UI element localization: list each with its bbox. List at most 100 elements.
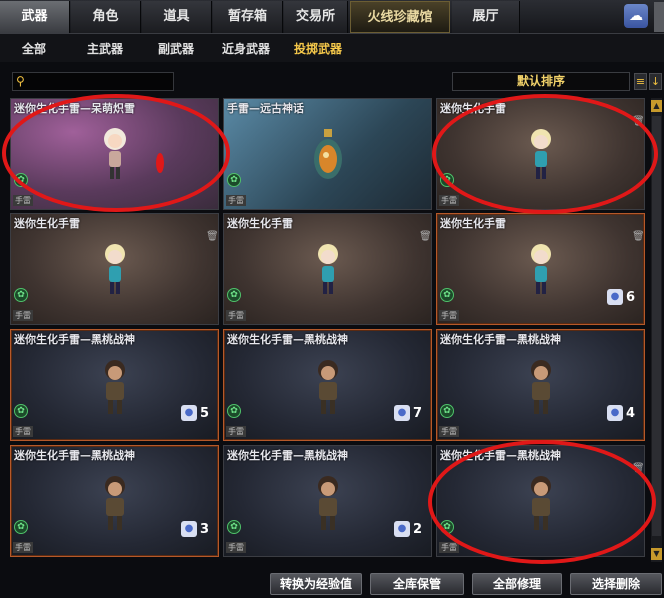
tab-exchange[interactable]: 交易所 — [284, 1, 348, 33]
item-tag: 手雷 — [226, 426, 246, 437]
item-count-value: 3 — [199, 521, 209, 537]
item-tag: 手雷 — [13, 310, 33, 321]
item-card[interactable]: 迷你生化手雷—黑桃战神 ● 2 ✿ 手雷 — [223, 445, 432, 557]
grenade-type-icon: ✿ — [440, 404, 454, 418]
convert-to-exp-button[interactable]: 转换为经验值 — [270, 573, 362, 595]
trash-icon[interactable]: 🗑 — [419, 231, 431, 242]
item-title: 手雷—远古神话 — [227, 102, 304, 115]
item-tag: 手雷 — [439, 542, 459, 553]
item-card[interactable]: 迷你生化手雷—黑桃战神 ● 5 ✿ 手雷 — [10, 329, 219, 441]
grenade-type-icon: ✿ — [227, 520, 241, 534]
chibi-figure-icon — [530, 244, 551, 294]
item-count: ● 2 — [393, 520, 425, 538]
trash-icon[interactable]: 🗑 — [632, 463, 644, 474]
item-title: 迷你生化手雷—黑桃战神 — [14, 333, 135, 346]
item-tag: 手雷 — [13, 195, 33, 206]
scroll-thumb[interactable] — [652, 116, 661, 536]
tab-showroom[interactable]: 展厅 — [452, 1, 520, 33]
tab-storage[interactable]: 暂存箱 — [213, 1, 283, 33]
tab-items[interactable]: 道具 — [142, 1, 212, 33]
subtab-primary[interactable]: 主武器 — [87, 40, 123, 57]
item-count-value: 4 — [625, 405, 635, 421]
grenade-type-icon: ✿ — [227, 404, 241, 418]
scroll-up-icon[interactable]: ▲ — [651, 100, 662, 112]
cloud-icon[interactable]: ☁ — [624, 4, 648, 28]
sub-tab-bar: 全部 主武器 副武器 近身武器 投掷武器 — [0, 34, 664, 62]
grenade-icon — [313, 129, 342, 179]
sort-order-icon[interactable]: ↓ — [649, 73, 662, 90]
tab-weapons[interactable]: 武器 — [0, 1, 70, 33]
search-input[interactable]: ⚲ — [12, 72, 174, 91]
scrollbar[interactable]: ▲ ▼ — [651, 98, 662, 562]
item-card[interactable]: 迷你生化手雷—呆萌炽雪 ✿ 手雷 — [10, 98, 219, 210]
repair-all-button[interactable]: 全部修理 — [472, 573, 562, 595]
select-delete-button[interactable]: 选择删除 — [570, 573, 662, 595]
item-card[interactable]: 迷你生化手雷 🗑 ✿ 手雷 — [10, 213, 219, 325]
chibi-figure-icon — [104, 244, 125, 294]
item-count: ● 3 — [180, 520, 212, 538]
item-count-value: 6 — [625, 289, 635, 305]
search-icon: ⚲ — [16, 74, 25, 88]
chibi-figure-icon — [103, 128, 126, 179]
subtab-secondary[interactable]: 副武器 — [158, 40, 194, 57]
item-count: ● 5 — [180, 404, 212, 422]
item-title: 迷你生化手雷—黑桃战神 — [14, 449, 135, 462]
list-view-icon[interactable]: ≡ — [634, 73, 647, 90]
top-tab-bar: 武器 角色 道具 暂存箱 交易所 火线珍藏馆 展厅 ☁ — [0, 0, 664, 34]
item-title: 迷你生化手雷—黑桃战神 — [227, 333, 348, 346]
grenade-type-icon: ✿ — [14, 404, 28, 418]
item-count-value: 2 — [412, 521, 422, 537]
bag-icon: ● — [180, 405, 197, 421]
sort-dropdown[interactable]: 默认排序 — [452, 72, 630, 91]
annotation-mark — [156, 153, 164, 173]
item-tag: 手雷 — [439, 426, 459, 437]
chibi-figure-icon — [530, 129, 551, 179]
item-title: 迷你生化手雷 — [227, 217, 293, 230]
bag-icon: ● — [393, 521, 410, 537]
item-count: ● 6 — [606, 288, 638, 306]
grenade-type-icon: ✿ — [440, 288, 454, 302]
grenade-type-icon: ✿ — [14, 288, 28, 302]
item-tag: 手雷 — [226, 310, 246, 321]
item-card[interactable]: 手雷—远古神话 ✿ 手雷 — [223, 98, 432, 210]
bag-icon: ● — [180, 521, 197, 537]
subtab-throwing[interactable]: 投掷武器 — [294, 40, 342, 57]
item-title: 迷你生化手雷—黑桃战神 — [440, 333, 561, 346]
item-tag: 手雷 — [13, 542, 33, 553]
item-card[interactable]: 迷你生化手雷—黑桃战神 ● 3 ✿ 手雷 — [10, 445, 219, 557]
subtab-all[interactable]: 全部 — [22, 40, 46, 57]
item-title: 迷你生化手雷—黑桃战神 — [227, 449, 348, 462]
grenade-type-icon: ✿ — [227, 173, 241, 187]
item-grid: 迷你生化手雷—呆萌炽雪 ✿ 手雷 手雷—远古神话 ✿ 手雷 迷你生化手雷 🗑 ✿… — [10, 98, 646, 562]
grenade-type-icon: ✿ — [14, 520, 28, 534]
scroll-down-icon[interactable]: ▼ — [651, 548, 662, 560]
trash-icon[interactable]: 🗑 — [632, 116, 644, 127]
item-card[interactable]: 迷你生化手雷—黑桃战神 ● 7 ✿ 手雷 — [223, 329, 432, 441]
trash-icon[interactable]: 🗑 — [206, 231, 218, 242]
item-tag: 手雷 — [13, 426, 33, 437]
bag-icon: ● — [606, 289, 623, 305]
item-card[interactable]: 迷你生化手雷 🗑 ● 6 ✿ 手雷 — [436, 213, 645, 325]
item-card[interactable]: 迷你生化手雷—黑桃战神 🗑 ✿ 手雷 — [436, 445, 645, 557]
item-card[interactable]: 迷你生化手雷 🗑 ✿ 手雷 — [436, 98, 645, 210]
item-tag: 手雷 — [226, 195, 246, 206]
item-title: 迷你生化手雷—呆萌炽雪 — [14, 102, 135, 115]
bag-icon: ● — [606, 405, 623, 421]
subtab-melee[interactable]: 近身武器 — [222, 40, 270, 57]
tab-collection[interactable]: 火线珍藏馆 — [350, 1, 450, 33]
tab-character[interactable]: 角色 — [71, 1, 141, 33]
store-all-button[interactable]: 全库保管 — [370, 573, 464, 595]
window-edge — [654, 2, 664, 32]
chibi-soldier-icon — [104, 476, 125, 530]
chibi-soldier-icon — [104, 360, 125, 414]
grenade-type-icon: ✿ — [14, 173, 28, 187]
chibi-figure-icon — [317, 244, 338, 294]
item-count: ● 7 — [393, 404, 425, 422]
item-card[interactable]: 迷你生化手雷—黑桃战神 ● 4 ✿ 手雷 — [436, 329, 645, 441]
item-tag: 手雷 — [226, 542, 246, 553]
item-card[interactable]: 迷你生化手雷 🗑 ✿ 手雷 — [223, 213, 432, 325]
trash-icon[interactable]: 🗑 — [632, 231, 644, 242]
chibi-soldier-icon — [530, 476, 551, 530]
item-count-value: 7 — [412, 405, 422, 421]
item-tag: 手雷 — [439, 195, 459, 206]
